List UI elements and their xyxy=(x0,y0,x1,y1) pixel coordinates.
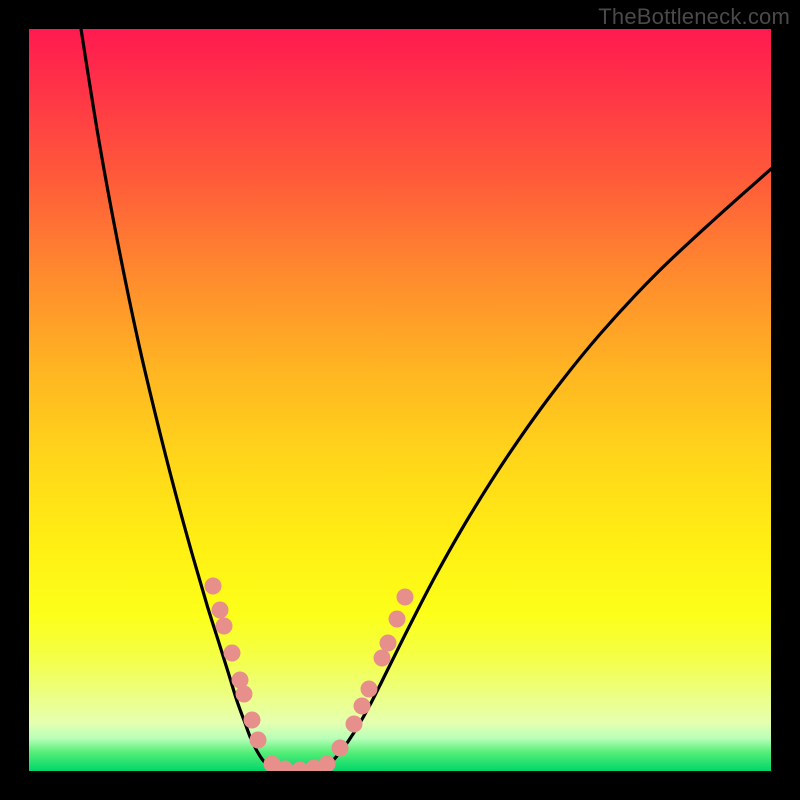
data-dot xyxy=(250,732,267,749)
chart-frame: TheBottleneck.com xyxy=(0,0,800,800)
plot-area xyxy=(29,29,771,771)
watermark-text: TheBottleneck.com xyxy=(598,4,790,30)
data-dot xyxy=(216,618,233,635)
data-dot xyxy=(224,645,241,662)
data-dot xyxy=(361,681,378,698)
data-dot xyxy=(397,589,414,606)
data-dot xyxy=(346,716,363,733)
data-dot xyxy=(319,756,336,772)
data-dot xyxy=(389,611,406,628)
curve-path xyxy=(81,29,771,771)
data-dot xyxy=(236,686,253,703)
bottleneck-curve xyxy=(29,29,771,771)
data-dot xyxy=(380,635,397,652)
dots-group xyxy=(205,578,414,772)
data-dot xyxy=(354,698,371,715)
data-dot xyxy=(332,740,349,757)
data-dot xyxy=(374,650,391,667)
data-dot xyxy=(244,712,261,729)
data-dot xyxy=(212,602,229,619)
data-dot xyxy=(205,578,222,595)
